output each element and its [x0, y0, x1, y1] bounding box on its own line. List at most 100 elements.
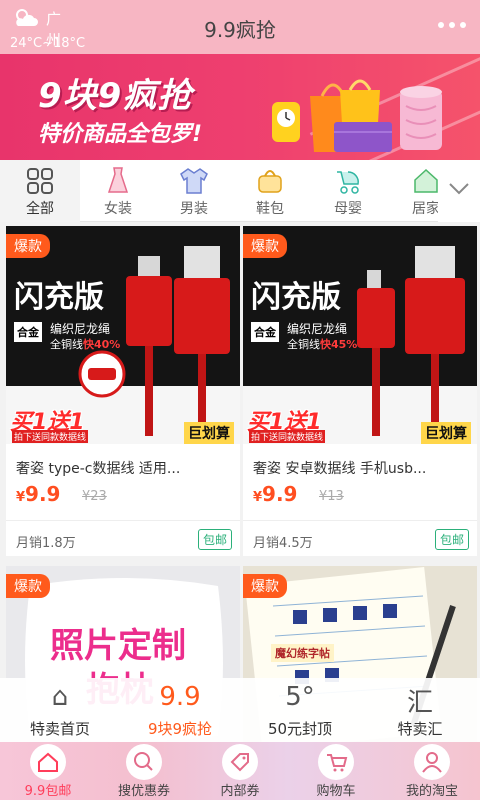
more-menu-button[interactable] [438, 22, 466, 28]
page-title: 9.9疯抢 [204, 18, 276, 42]
image-feature: 编织尼龙绳 [287, 322, 348, 336]
hot-badge: 爆款 [6, 234, 50, 258]
currency-symbol: ¥ [253, 490, 263, 505]
category-tabs: 全部 女装 男装 鞋包 母婴 居家 [0, 160, 480, 222]
dress-icon [107, 167, 129, 193]
image-feature-2: 全铜线快45% [287, 336, 357, 352]
tab-cart[interactable]: 购物车 [288, 742, 384, 800]
tab-label: 全部 [26, 201, 54, 217]
tab-search-coupons[interactable]: 搜优惠券 [96, 742, 192, 800]
stroller-icon [337, 171, 359, 194]
product-price: ¥9.9 [253, 482, 297, 506]
promo-banner[interactable]: 9块9疯抢 特价商品全包罗! [0, 54, 480, 160]
subnav-label: 特卖首页 [29, 720, 90, 738]
monthly-sales: 月销4.5万 [253, 536, 313, 551]
product-price: ¥9.9 [16, 482, 60, 506]
tab-label: 9.9包邮 [24, 784, 72, 799]
image-deal: 巨划算 [421, 422, 471, 444]
banner-subline: 特价商品全包罗! [38, 122, 203, 147]
shirt-icon [180, 168, 208, 194]
cart-icon [318, 744, 354, 780]
subnav-label: 9块9疯抢 [147, 720, 213, 738]
tab-label: 购物车 [316, 784, 356, 799]
free-shipping-badge: 包邮 [197, 529, 232, 550]
currency-symbol: ¥ [16, 490, 26, 505]
tab-label: 内部券 [220, 784, 260, 799]
home-icon [30, 744, 66, 780]
category-expand-button[interactable] [438, 160, 480, 222]
subnav-label: 特卖汇 [397, 720, 443, 738]
card-divider [243, 520, 477, 521]
nine-nine-icon: 9.9 [159, 682, 201, 712]
hot-badge: 爆款 [243, 234, 287, 258]
tab-label: 男装 [180, 201, 208, 217]
subnav-sale-collection[interactable]: 汇 特卖汇 [360, 678, 480, 742]
product-image[interactable]: 爆款 闪充版 合金 编织尼龙绳 全铜线快45% 买1送1 拍下送同款数据线 巨划… [243, 226, 477, 444]
tab-baby[interactable]: 母婴 [308, 160, 388, 222]
tab-label: 女装 [104, 201, 132, 217]
image-title: 闪充版 [251, 280, 341, 315]
price-value: 9.9 [25, 482, 61, 506]
ellipsis-dot [460, 22, 466, 28]
tag-icon [222, 744, 258, 780]
subnav-9-9-rush[interactable]: 9.9 9块9疯抢 [120, 678, 240, 742]
free-shipping-badge: 包邮 [434, 529, 469, 550]
tab-all[interactable]: 全部 [0, 160, 80, 222]
image-tag: 合金 [14, 322, 42, 342]
fifty-icon: 5° [285, 682, 315, 712]
banner-products-illustration [272, 79, 442, 152]
tab-9-9-free-shipping[interactable]: 9.9包邮 [0, 742, 96, 800]
image-title: 魔幻练字帖 [271, 644, 334, 662]
tab-my-taobao[interactable]: 我的淘宝 [384, 742, 480, 800]
original-price: ¥23 [82, 489, 107, 504]
feature-highlight: 快45% [320, 338, 358, 351]
bag-icon [258, 170, 282, 193]
home-icon [414, 168, 438, 193]
image-title: 照片定制 [50, 626, 186, 666]
image-promo-sub: 拍下送同款数据线 [249, 430, 326, 443]
image-deal: 巨划算 [184, 422, 234, 444]
subnav-50-cap[interactable]: 5° 50元封顶 [240, 678, 360, 742]
hot-badge: 爆款 [6, 574, 50, 598]
image-tag: 合金 [251, 322, 279, 342]
ellipsis-icon [438, 22, 444, 28]
subnav-sale-home[interactable]: ⌂ 特卖首页 [0, 678, 120, 742]
product-image[interactable]: 爆款 闪充版 合金 编织尼龙绳 全铜线快40% 买1送1 拍下送同款数据线 巨划… [6, 226, 240, 444]
house-icon: ⌂ [51, 682, 69, 712]
card-divider [6, 520, 240, 521]
product-name[interactable]: 奢姿 安卓数据线 手机usb... [253, 458, 467, 478]
tab-label: 搜优惠券 [117, 784, 170, 799]
tab-label: 鞋包 [256, 201, 284, 217]
search-icon [126, 744, 162, 780]
original-price: ¥13 [319, 489, 344, 504]
tab-label: 母婴 [334, 201, 362, 217]
collection-icon: 汇 [406, 688, 433, 718]
chevron-down-icon [449, 183, 469, 195]
price-value: 9.9 [262, 482, 298, 506]
image-title: 闪充版 [14, 280, 104, 315]
subnav-label: 50元封顶 [267, 720, 333, 738]
banner-headline: 9块9疯抢 [38, 76, 193, 116]
feature-highlight: 快40% [83, 338, 121, 351]
tab-shoes-bags[interactable]: 鞋包 [232, 160, 308, 222]
hot-badge: 爆款 [243, 574, 287, 598]
grid-icon [27, 168, 53, 194]
tab-men[interactable]: 男装 [156, 160, 232, 222]
image-promo-sub: 拍下送同款数据线 [12, 430, 89, 443]
user-icon [414, 744, 450, 780]
feature-prefix: 全铜线 [287, 338, 320, 351]
tab-women[interactable]: 女装 [80, 160, 156, 222]
product-name[interactable]: 奢姿 type-c数据线 适用... [16, 458, 230, 478]
image-feature: 编织尼龙绳 [50, 322, 111, 336]
image-feature-2: 全铜线快40% [50, 336, 120, 352]
tab-label: 我的淘宝 [405, 784, 458, 799]
product-card[interactable]: 爆款 闪充版 合金 编织尼龙绳 全铜线快40% 买1送1 拍下送同款数据线 巨划… [6, 226, 240, 556]
product-card[interactable]: 爆款 闪充版 合金 编织尼龙绳 全铜线快45% 买1送1 拍下送同款数据线 巨划… [243, 226, 477, 556]
feature-prefix: 全铜线 [50, 338, 83, 351]
secondary-nav: ⌂ 特卖首页 9.9 9块9疯抢 5° 50元封顶 汇 特卖汇 [0, 678, 480, 742]
tab-internal-coupons[interactable]: 内部券 [192, 742, 288, 800]
ellipsis-dot [449, 22, 455, 28]
monthly-sales: 月销1.8万 [16, 536, 76, 551]
top-header: 广州 24°C~18°C 9.9疯抢 [0, 0, 480, 54]
bottom-tab-bar: 9.9包邮 搜优惠券 内部券 购物车 我的淘宝 [0, 742, 480, 800]
